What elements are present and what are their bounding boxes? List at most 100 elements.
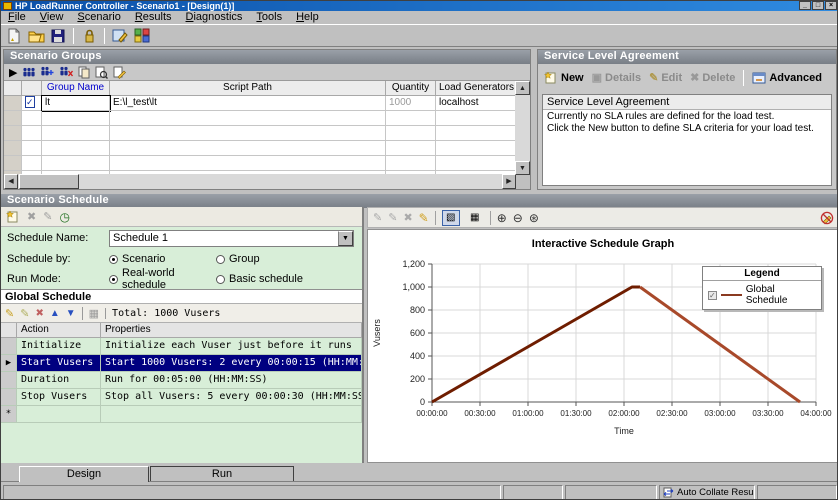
gs-move-up-icon[interactable]: ▲ <box>50 308 60 319</box>
gs-action-header[interactable]: Action <box>17 323 101 338</box>
interactive-schedule-graph[interactable]: Interactive Schedule Graph 0200400600800… <box>367 229 838 463</box>
tab-design[interactable]: Design <box>19 466 149 482</box>
sla-new-button[interactable]: New <box>544 71 584 84</box>
graph-edit-icon[interactable]: ✎ <box>388 211 397 224</box>
start-group-icon[interactable]: ▶ <box>9 66 17 79</box>
load-generators-cell[interactable]: localhost <box>436 96 516 111</box>
scroll-left-icon[interactable]: ◀ <box>4 174 18 189</box>
sla-details-button[interactable]: ▣ Details <box>592 71 641 84</box>
menu-diagnostics[interactable]: Diagnostics <box>179 11 250 24</box>
script-path-cell[interactable] <box>110 141 386 156</box>
column-header[interactable]: Group Name <box>42 81 110 96</box>
group-enabled-cell[interactable] <box>22 141 42 156</box>
radio-schedule-by-group[interactable]: Group <box>216 253 323 265</box>
menu-tools[interactable]: Tools <box>249 11 289 24</box>
gs-action-row[interactable]: DurationRun for 00:05:00 (HH:MM:SS) <box>1 372 362 389</box>
menu-scenario[interactable]: Scenario <box>70 11 127 24</box>
row-selector[interactable] <box>4 141 22 156</box>
load-generators-cell[interactable] <box>436 141 516 156</box>
status-auto-collate[interactable]: Auto Collate Resu <box>659 485 755 500</box>
run-view-icon[interactable] <box>132 26 152 45</box>
gs-edit-action-icon[interactable]: ✎ <box>20 307 29 320</box>
new-schedule-icon[interactable] <box>6 210 20 223</box>
legend-checkbox-icon[interactable]: ✓ <box>708 291 717 300</box>
global-schedule-grid[interactable]: ActionPropertiesInitializeInitialize eac… <box>1 323 362 423</box>
radio-real-world-schedule[interactable]: Real-world schedule <box>109 267 216 291</box>
group-enabled-cell[interactable] <box>22 156 42 171</box>
column-header[interactable]: Quantity <box>386 81 436 96</box>
group-row-empty[interactable] <box>4 156 516 171</box>
row-selector[interactable] <box>4 111 22 126</box>
load-generators-cell[interactable] <box>436 111 516 126</box>
group-name-cell[interactable] <box>42 111 110 126</box>
quantity-cell[interactable] <box>386 156 436 171</box>
scrollbar-thumb[interactable] <box>19 174 79 189</box>
gs-delete-action-icon[interactable]: ✖ <box>35 308 43 319</box>
legend-entry[interactable]: ✓ Global Schedule <box>703 281 821 309</box>
gs-action-cell[interactable]: Stop Vusers <box>17 389 101 406</box>
column-header[interactable]: Load Generators <box>436 81 516 96</box>
radio-schedule-by-scenario[interactable]: Scenario <box>109 253 216 265</box>
gs-action-cell[interactable]: Start Vusers <box>17 355 101 372</box>
scroll-down-icon[interactable]: ▼ <box>515 161 530 175</box>
gs-properties-cell[interactable] <box>101 406 362 423</box>
remove-group-icon[interactable] <box>59 66 73 78</box>
menu-results[interactable]: Results <box>128 11 179 24</box>
tab-run[interactable]: Run <box>150 466 294 481</box>
delete-schedule-icon[interactable]: ✖ <box>27 210 36 223</box>
script-path-cell[interactable]: E:\l_test\lt <box>110 96 386 111</box>
checkbox-checked-icon[interactable]: ✓ <box>25 96 35 108</box>
group-enabled-cell[interactable] <box>22 111 42 126</box>
quantity-cell[interactable]: 1000 <box>386 96 436 111</box>
minimize-button[interactable]: _ <box>799 1 811 10</box>
scenario-groups-table[interactable]: Group NameScript PathQuantityLoad Genera… <box>4 81 516 175</box>
edit-script-icon[interactable] <box>113 66 126 79</box>
graph-delete-icon[interactable]: ✖ <box>403 211 412 224</box>
groups-vertical-scrollbar[interactable]: ▲ ▼ <box>515 81 530 175</box>
zoom-out-icon[interactable]: ⊖ <box>513 211 523 225</box>
schedule-clock-icon[interactable]: ◷ <box>59 210 69 224</box>
gs-grid-icon[interactable]: ▦ <box>82 307 99 320</box>
gs-action-cell[interactable]: Initialize <box>17 338 101 355</box>
group-row-empty[interactable] <box>4 141 516 156</box>
maximize-button[interactable]: □ <box>812 1 824 10</box>
new-scenario-icon[interactable] <box>4 26 24 45</box>
radio-basic-schedule[interactable]: Basic schedule <box>216 273 323 285</box>
group-name-cell[interactable]: lt <box>42 96 110 111</box>
add-group-icon[interactable] <box>40 66 54 78</box>
load-generators-cell[interactable] <box>436 126 516 141</box>
menu-file[interactable]: File <box>1 11 33 24</box>
script-path-cell[interactable] <box>110 126 386 141</box>
grid-view-toggle-icon[interactable]: ▦ <box>466 210 484 226</box>
group-enabled-cell[interactable] <box>22 126 42 141</box>
graph-draw-icon[interactable]: ✎ <box>419 211 429 225</box>
scroll-right-icon[interactable]: ▶ <box>502 174 516 189</box>
group-name-cell[interactable] <box>42 126 110 141</box>
vuser-group-icon[interactable] <box>22 67 35 78</box>
scroll-up-icon[interactable]: ▲ <box>515 81 530 95</box>
copy-group-icon[interactable] <box>78 66 90 79</box>
gs-properties-cell[interactable]: Start 1000 Vusers: 2 every 00:00:15 (HH:… <box>101 355 362 372</box>
rename-schedule-icon[interactable]: ✎ <box>43 210 52 223</box>
group-enabled-cell[interactable]: ✓ <box>22 96 42 111</box>
load-generators-cell[interactable] <box>436 156 516 171</box>
script-path-cell[interactable] <box>110 156 386 171</box>
group-row[interactable]: ✓ ltE:\l_test\lt1000localhost <box>4 96 516 111</box>
group-name-cell[interactable] <box>42 156 110 171</box>
sla-edit-button[interactable]: ✎ Edit <box>649 71 682 84</box>
menu-view[interactable]: View <box>33 11 71 24</box>
menu-help[interactable]: Help <box>289 11 326 24</box>
row-selector[interactable] <box>4 96 22 111</box>
row-selector[interactable] <box>4 156 22 171</box>
design-view-icon[interactable] <box>110 26 130 45</box>
sla-delete-button[interactable]: ✖ Delete <box>690 71 735 84</box>
column-header[interactable]: Script Path <box>110 81 386 96</box>
schedule-name-combobox[interactable]: Schedule 1 ▼ <box>109 230 354 247</box>
gs-properties-cell[interactable]: Run for 00:05:00 (HH:MM:SS) <box>101 372 362 389</box>
combo-dropdown-icon[interactable]: ▼ <box>338 231 353 246</box>
group-row-empty[interactable] <box>4 111 516 126</box>
gs-action-row[interactable]: InitializeInitialize each Vuser just bef… <box>1 338 362 355</box>
gs-move-down-icon[interactable]: ▼ <box>66 308 76 319</box>
open-scenario-icon[interactable] <box>26 26 46 45</box>
save-scenario-icon[interactable] <box>48 26 68 45</box>
